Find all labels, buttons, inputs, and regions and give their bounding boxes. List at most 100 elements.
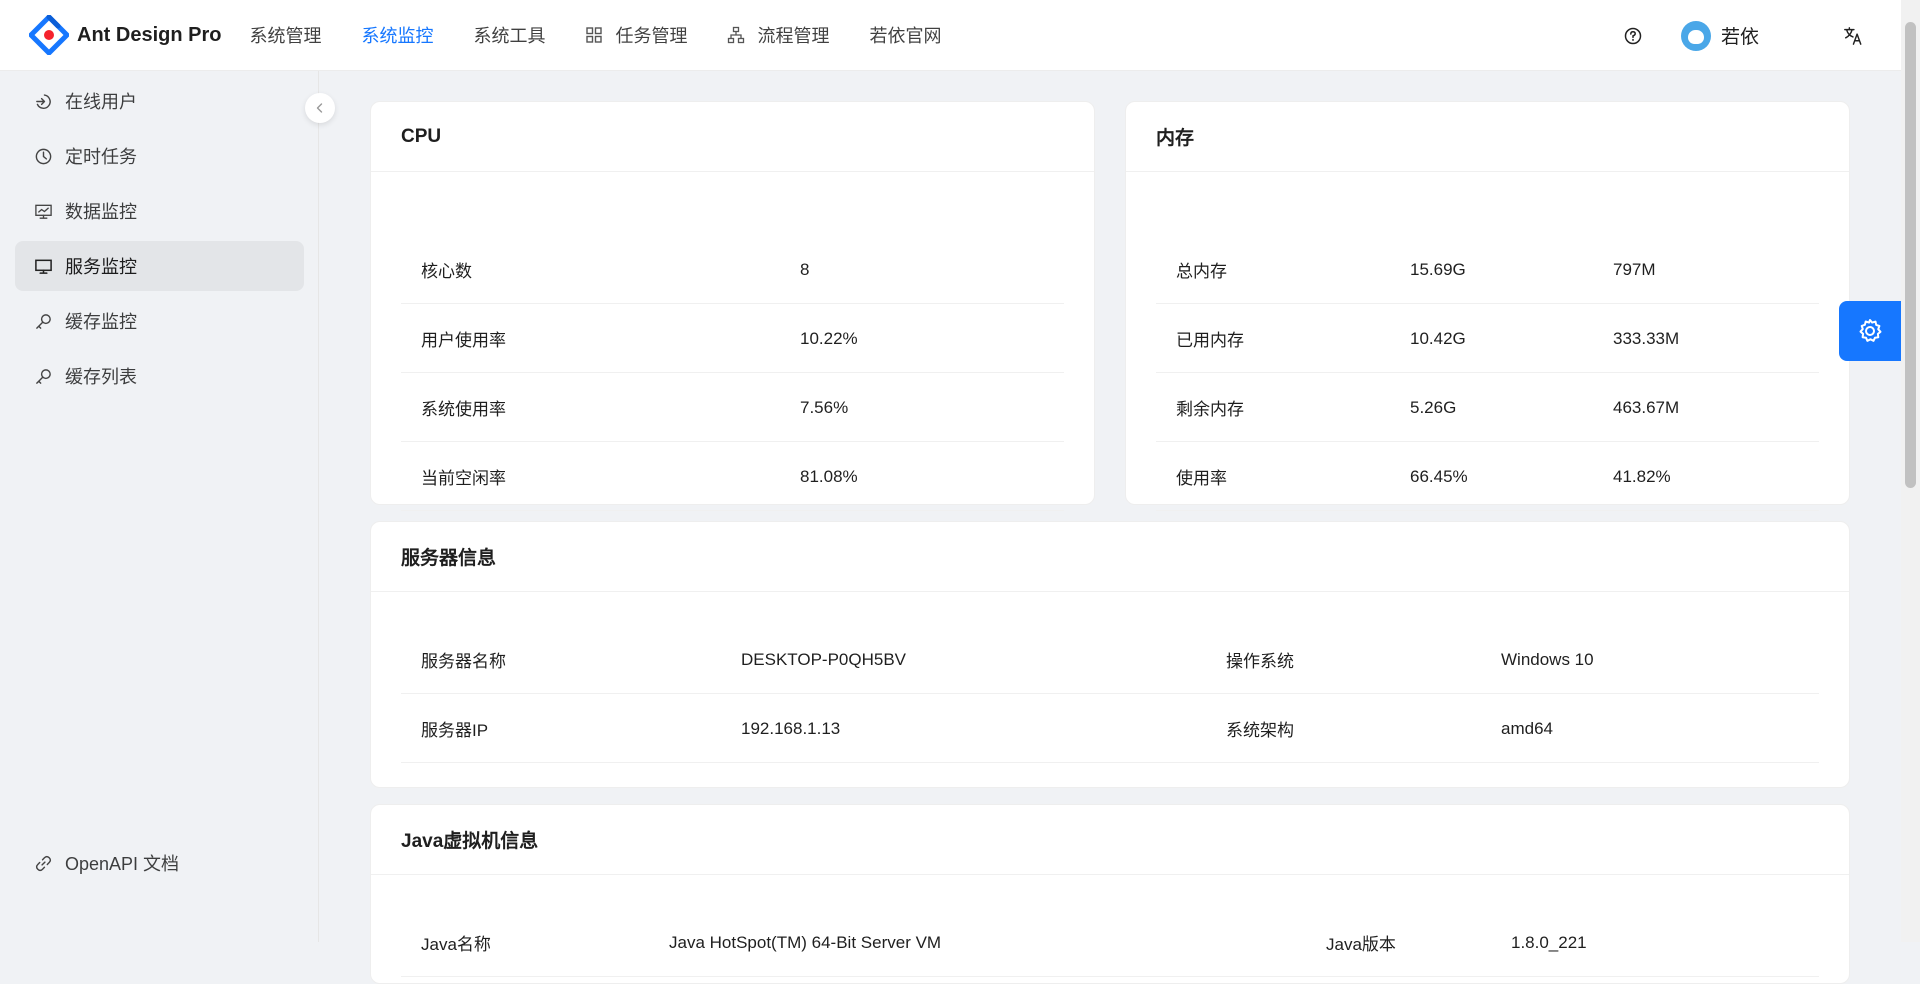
topnav-item-task-management[interactable]: 任务管理 <box>585 0 687 70</box>
memory-value-jvm: 333.33M <box>1613 328 1680 348</box>
sidebar-item-label: 数据监控 <box>65 202 137 222</box>
cpu-card: CPU 核心数 8 用户使用率 10.22% 系统使用率 7.56% 当前空闲率… <box>370 101 1095 511</box>
key-icon <box>36 313 51 329</box>
table-row: 用户使用率 10.22% <box>401 304 1064 373</box>
sidebar-item-server-monitor[interactable]: 服务监控 <box>15 241 304 291</box>
memory-value-jvm: 463.67M <box>1613 397 1680 417</box>
table-row: 使用率 66.45% 41.82% <box>1156 442 1819 511</box>
translation-icon[interactable] <box>1843 26 1863 46</box>
jvm-info-table: Java名称 Java HotSpot(TM) 64-Bit Server VM… <box>401 908 1819 977</box>
card-title: CPU <box>371 102 1094 172</box>
scrollbar-thumb[interactable] <box>1905 22 1916 488</box>
gear-icon <box>1859 319 1882 342</box>
table-row: 服务器IP 192.168.1.13 系统架构 amd64 <box>401 694 1819 763</box>
memory-label: 使用率 <box>1176 469 1227 488</box>
server-key: 服务器IP <box>421 721 489 740</box>
sidebar: 在线用户 定时任务 数据监控 服务监控 缓存监控 缓存列表 OpenAPI 文档 <box>0 71 319 942</box>
cluster-icon <box>728 26 745 44</box>
server-value: 192.168.1.13 <box>741 718 841 738</box>
jvm-value: 1.8.0_221 <box>1511 932 1587 952</box>
cpu-label: 当前空闲率 <box>421 469 506 488</box>
desktop-icon <box>35 259 52 274</box>
table-row: 剩余内存 5.26G 463.67M <box>1156 373 1819 442</box>
topnav-item-official-site[interactable]: 若依官网 <box>869 0 941 70</box>
jvm-key: Java名称 <box>421 935 491 954</box>
memory-value-jvm: 41.82% <box>1613 466 1671 486</box>
server-key: 服务器名称 <box>421 652 506 671</box>
sidebar-item-label: 缓存监控 <box>65 312 137 332</box>
server-value: DESKTOP-P0QH5BV <box>741 649 907 669</box>
table-row: 当前空闲率 81.08% <box>401 442 1064 511</box>
topnav-label: 若依官网 <box>869 26 942 46</box>
memory-value-jvm: 797M <box>1613 259 1656 279</box>
sidebar-item-online-users[interactable]: 在线用户 <box>15 76 304 126</box>
table-row: Java名称 Java HotSpot(TM) 64-Bit Server VM… <box>401 908 1819 977</box>
server-value: Windows 10 <box>1501 649 1594 669</box>
question-circle-icon[interactable] <box>1623 26 1643 46</box>
jvm-info-card: Java虚拟机信息 Java名称 Java HotSpot(TM) 64-Bit… <box>370 804 1850 984</box>
table-row: 总内存 15.69G 797M <box>1156 235 1819 304</box>
cpu-label: 用户使用率 <box>421 331 506 350</box>
topnav-label: 系统管理 <box>249 26 322 46</box>
sidebar-footer-openapi[interactable]: OpenAPI 文档 <box>15 838 304 888</box>
vertical-scrollbar[interactable] <box>1901 0 1920 942</box>
table-row: 服务器名称 DESKTOP-P0QH5BV 操作系统 Windows 10 <box>401 625 1819 694</box>
server-value: amd64 <box>1501 718 1553 738</box>
avatar[interactable] <box>1680 20 1711 51</box>
cpu-label: 系统使用率 <box>421 400 506 419</box>
memory-label: 已用内存 <box>1176 331 1244 350</box>
sidebar-item-cache-list[interactable]: 缓存列表 <box>15 351 304 401</box>
jvm-key: Java版本 <box>1326 935 1396 954</box>
clock-icon <box>35 148 52 164</box>
sidebar-item-label: 服务监控 <box>65 257 137 277</box>
jvm-value: Java HotSpot(TM) 64-Bit Server VM <box>669 932 942 952</box>
top-header: Ant Design Pro 系统管理 系统监控 系统工具 任务管理 流程管理 … <box>0 0 1901 71</box>
cpu-table: 核心数 8 用户使用率 10.22% 系统使用率 7.56% 当前空闲率 81.… <box>401 235 1064 511</box>
server-key: 操作系统 <box>1226 652 1294 671</box>
cpu-value: 8 <box>800 259 810 279</box>
cpu-value: 81.08% <box>800 466 858 486</box>
memory-value-system: 10.42G <box>1410 328 1466 348</box>
table-row: 系统使用率 7.56% <box>401 373 1064 442</box>
settings-drawer-button[interactable] <box>1839 301 1901 361</box>
sidebar-item-data-monitor[interactable]: 数据监控 <box>15 186 304 236</box>
sidebar-collapse-button[interactable] <box>305 93 335 123</box>
topnav-item-system-monitor[interactable]: 系统监控 <box>361 0 433 70</box>
server-key: 系统架构 <box>1226 721 1294 740</box>
app-title: Ant Design Pro <box>77 23 222 46</box>
memory-table: 总内存 15.69G 797M 已用内存 10.42G 333.33M 剩余内存… <box>1156 235 1819 511</box>
table-row: 已用内存 10.42G 333.33M <box>1156 304 1819 373</box>
topnav-item-system-tools[interactable]: 系统工具 <box>473 0 545 70</box>
memory-value-system: 15.69G <box>1410 259 1466 279</box>
sidebar-item-label: 缓存列表 <box>65 367 137 387</box>
card-title: 服务器信息 <box>371 522 1849 592</box>
topnav-item-process-management[interactable]: 流程管理 <box>727 0 829 70</box>
chevron-left-icon <box>316 103 323 113</box>
ant-design-logo-icon <box>29 15 69 55</box>
topnav-item-system-management[interactable]: 系统管理 <box>249 0 321 70</box>
sidebar-item-cache-monitor[interactable]: 缓存监控 <box>15 296 304 346</box>
server-info-card: 服务器信息 服务器名称 DESKTOP-P0QH5BV 操作系统 Windows… <box>370 521 1850 788</box>
app-logo[interactable]: Ant Design Pro <box>29 15 221 55</box>
cpu-value: 7.56% <box>800 397 849 417</box>
server-info-table: 服务器名称 DESKTOP-P0QH5BV 操作系统 Windows 10 服务… <box>401 625 1819 763</box>
sidebar-footer-label: OpenAPI 文档 <box>65 854 180 874</box>
table-row: 核心数 8 <box>401 235 1064 304</box>
sidebar-item-label: 在线用户 <box>65 92 137 112</box>
cpu-value: 10.22% <box>800 328 858 348</box>
user-name[interactable]: 若依 <box>1721 22 1759 49</box>
topnav-label: 系统监控 <box>361 26 434 46</box>
memory-label: 剩余内存 <box>1176 400 1244 419</box>
card-title: Java虚拟机信息 <box>371 805 1849 875</box>
appstore-icon <box>586 27 603 43</box>
topnav-label: 系统工具 <box>473 26 546 46</box>
key-icon <box>36 368 51 384</box>
memory-card: 内存 总内存 15.69G 797M 已用内存 10.42G 333.33M 剩… <box>1125 101 1850 511</box>
top-navigation: 系统管理 系统监控 系统工具 任务管理 流程管理 若依官网 <box>249 0 981 70</box>
sidebar-item-scheduled-tasks[interactable]: 定时任务 <box>15 131 304 181</box>
card-title: 内存 <box>1126 102 1849 172</box>
cpu-label: 核心数 <box>421 262 472 281</box>
sidebar-item-label: 定时任务 <box>65 147 137 167</box>
login-icon <box>36 93 51 109</box>
topnav-label: 任务管理 <box>615 26 688 46</box>
